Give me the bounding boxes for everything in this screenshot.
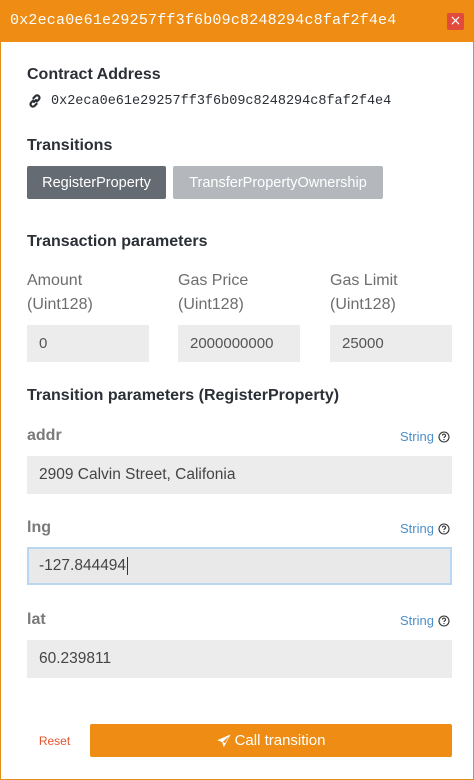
addr-type-hint[interactable]: String [400, 429, 450, 444]
lat-type-label: String [400, 613, 434, 628]
transaction-parameters-heading: Transaction parameters [27, 233, 208, 250]
addr-input[interactable]: 2909 Calvin Street, Califonia [27, 456, 452, 494]
lat-input[interactable]: 60.239811 [27, 640, 452, 678]
call-transition-label: Call transition [234, 732, 326, 749]
gas-limit-label: Gas Limit [330, 272, 398, 289]
gas-limit-type: (Uint128) [330, 296, 396, 313]
header-title: 0x2eca0e61e29257ff3f6b09c8248294c8faf2f4… [10, 12, 397, 29]
amount-label: Amount [27, 272, 83, 289]
contract-address-heading: Contract Address [27, 66, 161, 83]
send-icon [217, 734, 230, 747]
lat-type-hint[interactable]: String [400, 613, 450, 628]
amount-input[interactable] [27, 325, 149, 362]
lng-input[interactable]: -127.844494 [27, 547, 452, 585]
addr-type-label: String [400, 429, 434, 444]
close-button[interactable]: × [447, 13, 464, 30]
amount-type: (Uint128) [27, 296, 93, 313]
call-transition-button[interactable]: Call transition [90, 724, 452, 757]
transitions-heading: Transitions [27, 137, 113, 154]
contract-address-value: 0x2eca0e61e29257ff3f6b09c8248294c8faf2f4… [51, 93, 392, 109]
lat-input-value: 60.239811 [39, 650, 112, 667]
lng-input-value: -127.844494 [39, 557, 127, 574]
reset-button[interactable]: Reset [27, 724, 82, 757]
lng-type-hint[interactable]: String [400, 521, 450, 536]
gas-limit-input[interactable] [330, 325, 452, 362]
lng-type-label: String [400, 521, 434, 536]
lng-label: lng [27, 519, 51, 536]
transition-register-property[interactable]: RegisterProperty [27, 166, 166, 199]
text-caret [127, 557, 129, 575]
help-icon [438, 614, 450, 627]
panel-header: 0x2eca0e61e29257ff3f6b09c8248294c8faf2f4… [0, 0, 474, 42]
transition-parameters-heading: Transition parameters (RegisterProperty) [27, 387, 340, 404]
contract-address-row: 0x2eca0e61e29257ff3f6b09c8248294c8faf2f4… [27, 92, 391, 110]
link-icon [29, 94, 41, 108]
lat-label: lat [27, 611, 46, 628]
gas-price-type: (Uint128) [178, 296, 244, 313]
help-icon [438, 522, 450, 535]
addr-label: addr [27, 427, 62, 444]
gas-price-label: Gas Price [178, 272, 249, 289]
gas-price-input[interactable] [178, 325, 300, 362]
addr-input-value: 2909 Calvin Street, Califonia [39, 466, 236, 483]
help-icon [438, 430, 450, 443]
transition-transfer-property-ownership[interactable]: TransferPropertyOwnership [173, 166, 383, 199]
